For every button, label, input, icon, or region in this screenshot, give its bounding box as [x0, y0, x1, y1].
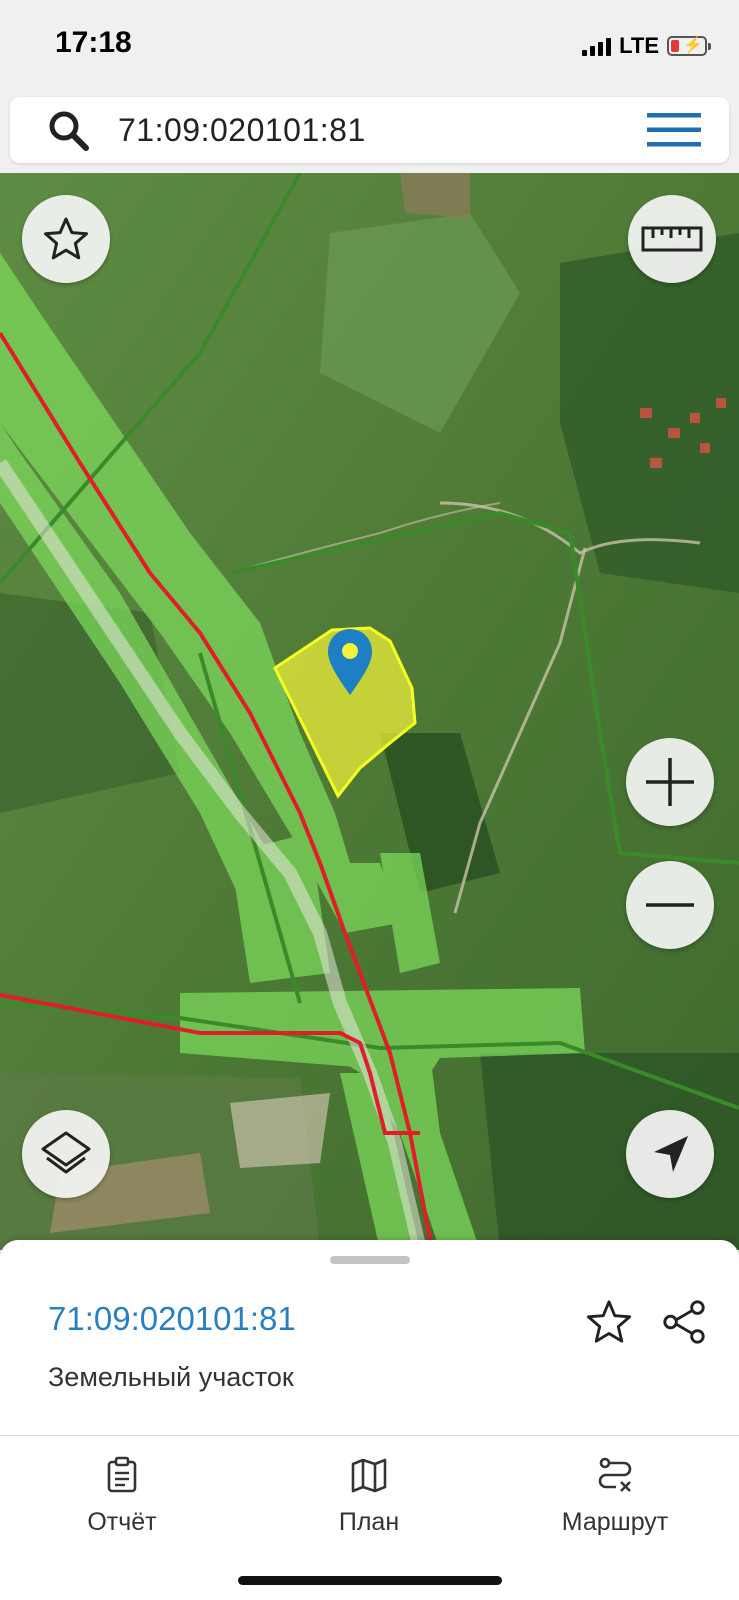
star-icon[interactable]	[585, 1298, 633, 1346]
construction-area	[230, 1093, 330, 1168]
sheet-drag-handle[interactable]	[330, 1256, 410, 1264]
minus-icon	[646, 903, 694, 907]
status-indicators: LTE ⚡	[582, 32, 711, 60]
bare-ground-patch	[400, 173, 470, 218]
zoom-out-button[interactable]	[626, 861, 714, 949]
satellite-map[interactable]	[0, 173, 739, 1250]
share-icon[interactable]	[660, 1298, 708, 1346]
map-icon	[351, 1458, 387, 1493]
status-time: 17:18	[55, 26, 132, 59]
zoom-in-button[interactable]	[626, 738, 714, 826]
battery-level	[671, 40, 679, 52]
search-input[interactable]: 71:09:020101:81	[118, 112, 366, 149]
tab-route[interactable]: Маршрут	[515, 1456, 715, 1537]
app-screen: 17:18 LTE ⚡ 71:09:020101:81 71:09:020101…	[0, 0, 739, 1600]
tab-plan-label: План	[338, 1508, 400, 1536]
network-label: LTE	[619, 33, 659, 58]
ruler-icon	[641, 226, 703, 252]
bottom-tab-bar: Отчёт План Маршрут	[0, 1435, 739, 1600]
location-arrow-icon	[654, 1136, 688, 1172]
tab-plan[interactable]: План	[269, 1456, 469, 1537]
star-icon	[44, 217, 88, 260]
tab-report[interactable]: Отчёт	[22, 1456, 222, 1537]
home-indicator[interactable]	[238, 1576, 502, 1585]
ruler-button[interactable]	[628, 195, 716, 283]
layers-button[interactable]	[22, 1110, 110, 1198]
parcel-info-sheet[interactable]: 71:09:020101:81 Земельный участок	[0, 1240, 739, 1435]
layers-icon	[41, 1131, 91, 1174]
charging-icon: ⚡	[683, 37, 703, 54]
locate-button[interactable]	[626, 1110, 714, 1198]
map-canvas[interactable]	[0, 173, 739, 1250]
search-bar[interactable]: 71:09:020101:81	[10, 97, 729, 163]
plus-icon	[646, 758, 694, 806]
parcel-number: 71:09:020101:81	[48, 1300, 296, 1337]
status-bar: 17:18 LTE ⚡	[0, 0, 739, 92]
search-icon[interactable]	[46, 108, 92, 154]
favorite-button[interactable]	[22, 195, 110, 283]
tab-route-label: Маршрут	[561, 1508, 669, 1536]
clipboard-icon	[107, 1456, 137, 1493]
signal-icon	[582, 36, 612, 56]
tab-report-label: Отчёт	[87, 1508, 157, 1536]
route-icon	[598, 1457, 632, 1492]
parcel-type: Земельный участок	[48, 1362, 294, 1392]
battery-icon: ⚡	[667, 36, 711, 56]
hamburger-menu-icon[interactable]	[647, 111, 701, 149]
